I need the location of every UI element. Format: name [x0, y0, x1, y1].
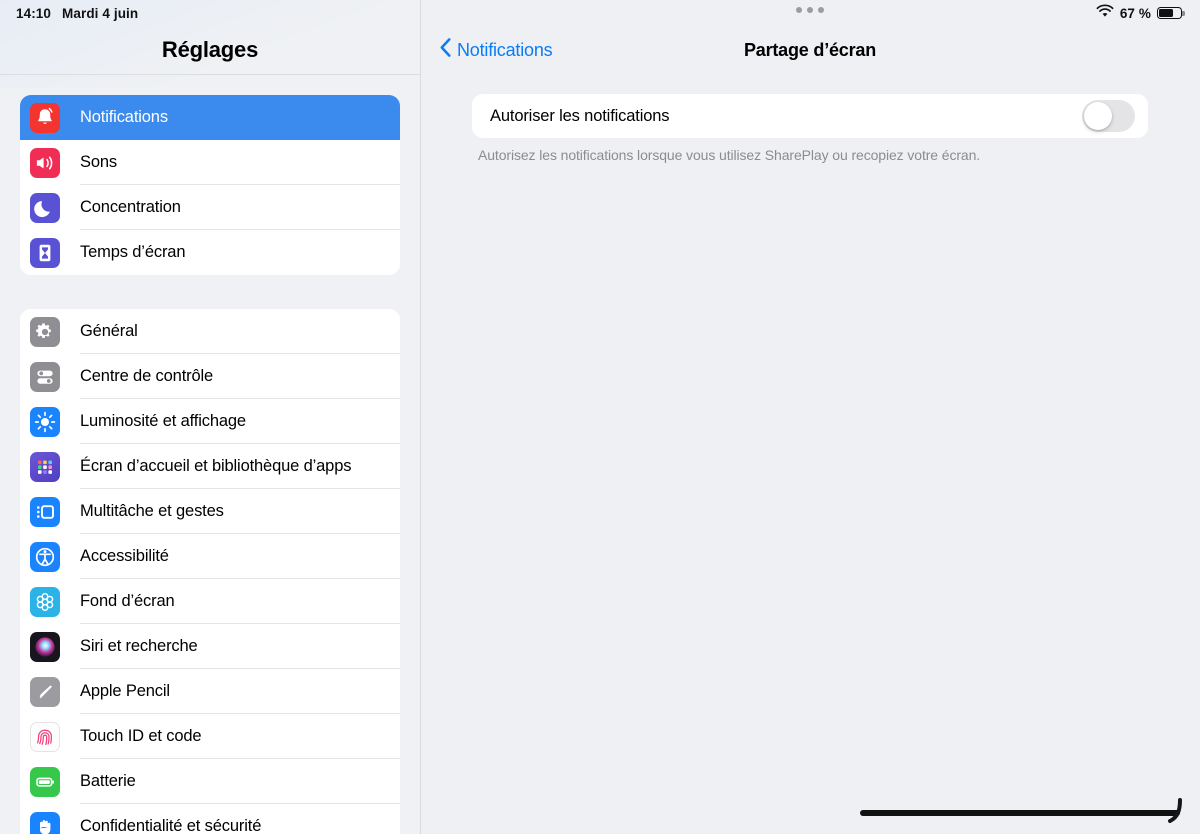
home-indicator-bar	[860, 810, 1180, 816]
general-gear-icon	[30, 316, 60, 347]
sidebar-item-accessibilit[interactable]: Accessibilité	[20, 534, 400, 579]
sidebar-item-label: Sons	[80, 153, 118, 171]
sidebar-item-label: Confidentialité et sécurité	[80, 817, 262, 834]
sidebar-item-label: Multitâche et gestes	[80, 502, 224, 520]
sound-speaker-icon	[30, 147, 60, 178]
status-bar-right: 67 %	[420, 0, 1200, 26]
allow-notifications-label: Autoriser les notifications	[490, 106, 670, 125]
battery-icon	[1157, 6, 1185, 20]
sidebar-item-label: Général	[80, 322, 138, 340]
sidebar-group-notifications: Notifications Sons Concentration Temps d’éc…	[20, 95, 400, 275]
control-center-icon	[30, 361, 60, 392]
sidebar-item-label: Luminosité et affichage	[80, 412, 246, 430]
battery-green-icon	[30, 766, 60, 797]
wallpaper-flower-icon	[30, 586, 60, 617]
sidebar-item-luminosit-et-affichage[interactable]: Luminosité et affichage	[20, 399, 400, 444]
screen-time-hourglass-icon	[30, 237, 60, 268]
sidebar-item-confidentialit-et-s-curit[interactable]: Confidentialité et sécurité	[20, 804, 400, 834]
sidebar-item-concentration[interactable]: Concentration	[20, 185, 400, 230]
sidebar-item-notifications[interactable]: Notifications	[20, 95, 400, 140]
status-time: 14:10	[16, 5, 52, 21]
pointer-cursor-glyph	[1168, 798, 1182, 823]
multitask-dots-icon[interactable]	[790, 7, 830, 13]
status-date: Mardi 4 juin	[62, 5, 139, 21]
sidebar-item-label: Notifications	[80, 108, 168, 126]
sidebar-item-label: Apple Pencil	[80, 682, 170, 700]
accessibility-icon	[30, 541, 60, 572]
sidebar-item-label: Concentration	[80, 198, 181, 216]
sidebar-item-label: Touch ID et code	[80, 727, 202, 745]
sidebar-item-label: Temps d’écran	[80, 243, 186, 261]
notifications-bell-icon	[30, 102, 60, 133]
allow-notifications-description: Autorisez les notifications lorsque vous…	[478, 147, 981, 163]
sidebar-item-apple-pencil[interactable]: Apple Pencil	[20, 669, 400, 714]
apple-pencil-icon	[30, 676, 60, 707]
sidebar-item-label: Siri et recherche	[80, 637, 198, 655]
sidebar-item-batterie[interactable]: Batterie	[20, 759, 400, 804]
sidebar-item-fond-d-cran[interactable]: Fond d’écran	[20, 579, 400, 624]
sidebar-item-g-n-ral[interactable]: Général	[20, 309, 400, 354]
sidebar-item-siri-et-recherche[interactable]: Siri et recherche	[20, 624, 400, 669]
privacy-hand-icon	[30, 811, 60, 834]
sidebar-scroll-area[interactable]: Notifications Sons Concentration Temps d’éc…	[0, 75, 420, 834]
back-button[interactable]: Notifications	[440, 38, 553, 62]
chevron-left-icon	[440, 38, 451, 62]
toggle-knob	[1083, 101, 1113, 131]
sidebar-item-multit-che-et-gestes[interactable]: Multitâche et gestes	[20, 489, 400, 534]
back-button-label: Notifications	[457, 39, 553, 60]
focus-moon-icon	[30, 192, 60, 223]
detail-navigation-bar: Notifications Partage d’écran	[420, 26, 1200, 74]
sidebar-item-label: Batterie	[80, 772, 136, 790]
wifi-icon	[1096, 3, 1114, 23]
split-view-divider	[420, 0, 421, 834]
settings-sidebar: 14:10 Mardi 4 juin Réglages Notification…	[0, 0, 420, 834]
brightness-sun-icon	[30, 406, 60, 437]
sidebar-item-sons[interactable]: Sons	[20, 140, 400, 185]
sidebar-item-temps-d-cran[interactable]: Temps d’écran	[20, 230, 400, 275]
siri-orb-icon	[30, 631, 60, 662]
sidebar-item-touch-id-et-code[interactable]: Touch ID et code	[20, 714, 400, 759]
sidebar-item-label: Écran d’accueil et bibliothèque d’apps	[80, 457, 352, 475]
sidebar-item-label: Fond d’écran	[80, 592, 175, 610]
home-screen-grid-icon	[30, 451, 60, 482]
detail-content: Autoriser les notifications Autorisez le…	[420, 74, 1200, 163]
allow-notifications-toggle[interactable]	[1082, 100, 1135, 132]
allow-notifications-row[interactable]: Autoriser les notifications	[472, 94, 1148, 138]
sidebar-item-cran-d-accueil-et-biblioth-que-d-apps[interactable]: Écran d’accueil et bibliothèque d’apps	[20, 444, 400, 489]
battery-percent-label: 67 %	[1119, 5, 1151, 21]
sidebar-item-label: Accessibilité	[80, 547, 169, 565]
touch-id-fingerprint-icon	[30, 721, 60, 752]
status-bar-left: 14:10 Mardi 4 juin	[0, 0, 420, 26]
detail-panel: 67 % Notifications Partage d’écran Autor…	[420, 0, 1200, 834]
sidebar-group-system: Général Centre de contrôle Luminosité et a…	[20, 309, 400, 834]
page-title: Réglages	[161, 37, 259, 62]
sidebar-item-centre-de-contr-le[interactable]: Centre de contrôle	[20, 354, 400, 399]
sidebar-item-label: Centre de contrôle	[80, 367, 214, 385]
multitasking-icon	[30, 496, 60, 527]
